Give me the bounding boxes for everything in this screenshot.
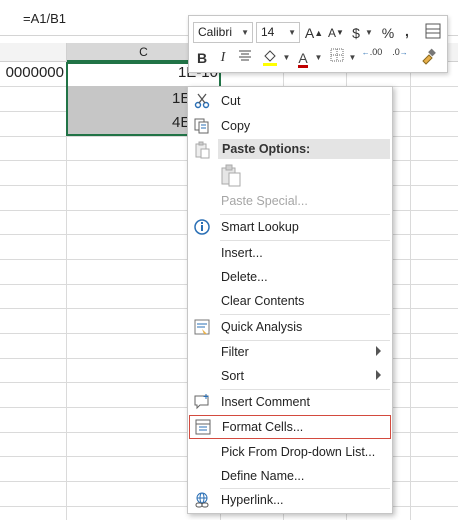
- paste-icon: [193, 141, 211, 159]
- chevron-down-icon: ▼: [288, 28, 296, 37]
- menu-label-paste-special: Paste Special...: [221, 194, 308, 208]
- percent-button[interactable]: %: [379, 22, 397, 44]
- comment-icon: [193, 393, 211, 411]
- cell-c2[interactable]: 1E: [150, 90, 190, 107]
- menu-label-insert: Insert...: [221, 246, 263, 260]
- menu-item-smart-lookup[interactable]: Smart Lookup: [189, 215, 391, 239]
- paste-option-icon[interactable]: [218, 163, 244, 189]
- menu-item-sort[interactable]: Sort: [189, 364, 391, 388]
- align-center-icon[interactable]: [235, 47, 255, 69]
- format-painter-icon[interactable]: [423, 22, 443, 44]
- format-cells-icon: [194, 418, 212, 436]
- font-color-button[interactable]: A: [293, 47, 313, 69]
- menu-label-clear-contents: Clear Contents: [221, 294, 305, 308]
- format-painter-brush-icon[interactable]: [417, 47, 441, 69]
- context-menu: Cut Copy Paste Options: Paste Special...…: [187, 86, 393, 514]
- menu-label-cut: Cut: [221, 94, 241, 108]
- menu-label-pick-from-list: Pick From Drop-down List...: [221, 445, 376, 459]
- grow-font-label: A: [304, 25, 315, 41]
- menu-label-sort: Sort: [221, 369, 244, 383]
- fill-color-icon[interactable]: [259, 47, 281, 69]
- quick-analysis-icon: [193, 318, 211, 336]
- menu-label-hyperlink: Hyperlink...: [221, 493, 284, 507]
- menu-item-copy[interactable]: Copy: [189, 114, 391, 138]
- menu-item-hyperlink[interactable]: Hyperlink...: [189, 488, 391, 512]
- menu-label-insert-comment: Insert Comment: [221, 395, 310, 409]
- column-header-b[interactable]: [0, 43, 67, 62]
- font-name-select[interactable]: Calibri ▼: [193, 22, 253, 43]
- menu-item-filter[interactable]: Filter: [189, 340, 391, 364]
- font-size-value: 14: [261, 25, 275, 39]
- menu-item-pick-from-list[interactable]: Pick From Drop-down List...: [189, 440, 391, 464]
- chevron-down-icon[interactable]: ▼: [348, 47, 357, 69]
- bold-button[interactable]: B: [193, 47, 211, 69]
- menu-item-paste-special[interactable]: Paste Special...: [189, 189, 391, 213]
- scissors-icon: [193, 92, 211, 110]
- menu-item-define-name[interactable]: Define Name...: [189, 464, 391, 488]
- mini-toolbar: Calibri ▼ 14 ▼ A▲ A▼ $ ▼ % , B I ▼ A ▼ ▼…: [188, 15, 448, 73]
- decrease-decimal-label: .0: [392, 47, 400, 57]
- chevron-down-icon[interactable]: ▼: [314, 47, 323, 69]
- font-color-label: A: [298, 50, 308, 68]
- copy-icon: [193, 117, 211, 135]
- menu-item-clear-contents[interactable]: Clear Contents: [189, 289, 391, 313]
- decrease-decimal-button[interactable]: .0→: [387, 47, 413, 69]
- menu-item-cut[interactable]: Cut: [189, 89, 391, 113]
- font-name-value: Calibri: [198, 25, 233, 39]
- chevron-down-icon[interactable]: ▼: [282, 47, 291, 69]
- chevron-down-icon[interactable]: ▼: [364, 22, 374, 44]
- borders-icon[interactable]: [327, 47, 347, 69]
- menu-label-smart-lookup: Smart Lookup: [221, 220, 299, 234]
- submenu-arrow-icon: [376, 370, 381, 380]
- menu-item-insert-comment[interactable]: Insert Comment: [189, 390, 391, 414]
- comma-button[interactable]: ,: [401, 20, 413, 42]
- menu-label-define-name: Define Name...: [221, 469, 305, 483]
- chevron-down-icon: ▼: [241, 28, 249, 37]
- shrink-font-label: A: [328, 26, 337, 40]
- submenu-arrow-icon: [376, 346, 381, 356]
- menu-label-filter: Filter: [221, 345, 249, 359]
- menu-label-delete: Delete...: [221, 270, 268, 284]
- currency-button[interactable]: $: [349, 22, 363, 44]
- italic-button[interactable]: I: [215, 47, 231, 69]
- shrink-font-button[interactable]: A▼: [326, 22, 346, 44]
- menu-item-delete[interactable]: Delete...: [189, 265, 391, 289]
- increase-decimal-label: .00: [369, 47, 383, 57]
- menu-label-format-cells: Format Cells...: [222, 420, 304, 434]
- menu-label-copy: Copy: [221, 119, 251, 133]
- menu-item-quick-analysis[interactable]: Quick Analysis: [189, 315, 391, 339]
- cell-b1[interactable]: 0000000: [0, 64, 64, 81]
- menu-item-format-cells[interactable]: Format Cells...: [189, 415, 391, 439]
- grow-font-button[interactable]: A▲: [304, 22, 324, 44]
- menu-item-insert[interactable]: Insert...: [189, 241, 391, 265]
- paste-options-header: Paste Options:: [218, 139, 390, 159]
- cell-c3[interactable]: 4E: [150, 114, 190, 131]
- formula-text[interactable]: =A1/B1: [23, 11, 66, 26]
- increase-decimal-button[interactable]: ←.00: [359, 47, 385, 69]
- paste-options-label: Paste Options:: [222, 142, 311, 156]
- smart-lookup-icon: [193, 218, 211, 236]
- font-size-select[interactable]: 14 ▼: [256, 22, 300, 43]
- menu-label-quick-analysis: Quick Analysis: [221, 320, 303, 334]
- hyperlink-icon: [193, 491, 211, 509]
